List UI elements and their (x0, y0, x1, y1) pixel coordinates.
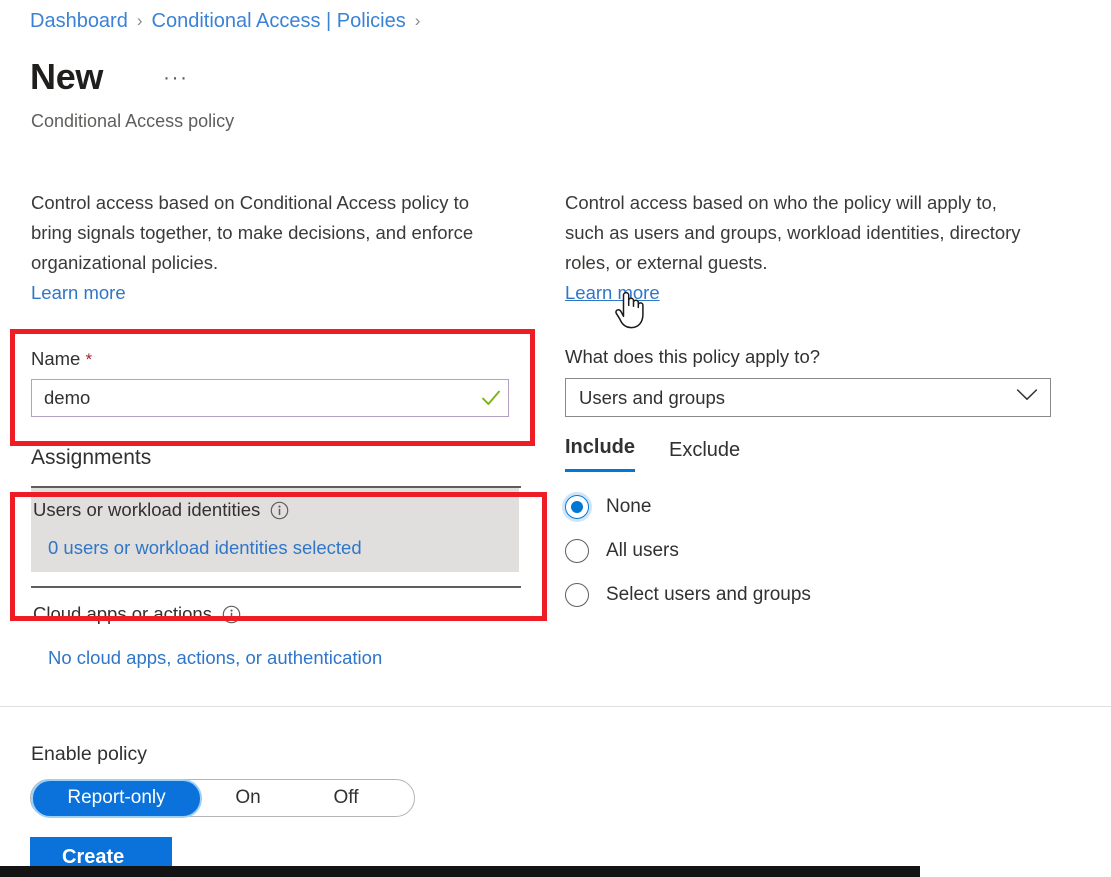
tab-exclude[interactable]: Exclude (669, 437, 740, 472)
radio-option-select-users-and-groups[interactable]: Select users and groups (565, 582, 1065, 608)
name-input[interactable] (32, 380, 474, 416)
right-column: Control access based on who the policy w… (565, 188, 1065, 626)
assignments-heading: Assignments (31, 444, 531, 472)
radio-button-icon[interactable] (565, 495, 589, 519)
page-title: New (30, 55, 103, 99)
enable-policy-label: Enable policy (31, 741, 147, 767)
more-options-ellipsis-icon[interactable]: ··· (163, 66, 188, 90)
cloud-apps-or-actions-group: Cloud apps or actions No cloud apps, act… (31, 601, 531, 671)
right-learn-more-link[interactable]: Learn more (565, 278, 660, 308)
name-label-text: Name (31, 348, 80, 369)
users-or-workload-identities-label: Users or workload identities (33, 497, 260, 523)
left-column: Control access based on Conditional Acce… (31, 188, 531, 671)
toggle-option-on[interactable]: On (200, 785, 296, 811)
users-or-workload-identities-label-row: Users or workload identities (31, 497, 519, 523)
checkmark-icon (474, 387, 508, 409)
right-description: Control access based on who the policy w… (565, 188, 1025, 278)
radio-label-all-users: All users (606, 538, 679, 564)
cloud-apps-selected-link[interactable]: No cloud apps, actions, or authenticatio… (31, 645, 531, 671)
name-field-group: Name * (31, 346, 531, 417)
bottom-bar (0, 866, 920, 877)
policy-scope-dropdown-value: Users and groups (579, 387, 725, 409)
users-or-workload-identities-card[interactable]: Users or workload identities 0 users or … (31, 488, 519, 572)
assignments-section: Assignments Users or workload identities… (31, 444, 531, 671)
radio-option-none[interactable]: None (565, 494, 1065, 520)
footer-divider (0, 706, 1111, 707)
enable-policy-toggle[interactable]: Report-only On Off (30, 779, 415, 817)
name-field-label: Name * (31, 346, 531, 373)
page-subtitle: Conditional Access policy (31, 109, 234, 133)
breadcrumb-separator-icon: › (415, 8, 421, 34)
info-icon[interactable] (270, 501, 289, 520)
cloud-apps-label-row: Cloud apps or actions (31, 601, 531, 627)
scope-radio-group: None All users Select users and groups (565, 494, 1065, 608)
breadcrumb: Dashboard › Conditional Access | Policie… (30, 8, 429, 34)
breadcrumb-item-dashboard[interactable]: Dashboard (30, 8, 128, 34)
chevron-down-icon (1016, 388, 1038, 407)
assignments-divider-bottom (31, 586, 521, 588)
breadcrumb-item-conditional-access-policies[interactable]: Conditional Access | Policies (152, 8, 406, 34)
radio-button-icon[interactable] (565, 539, 589, 563)
info-icon[interactable] (222, 605, 241, 624)
name-input-wrapper[interactable] (31, 379, 509, 417)
toggle-option-report-only[interactable]: Report-only (33, 781, 200, 816)
policy-scope-dropdown[interactable]: Users and groups (565, 378, 1051, 417)
breadcrumb-separator-icon: › (137, 8, 143, 34)
left-learn-more-link[interactable]: Learn more (31, 278, 126, 308)
cloud-apps-label: Cloud apps or actions (33, 601, 212, 627)
required-asterisk: * (86, 350, 93, 369)
radio-label-select-users-and-groups: Select users and groups (606, 582, 811, 608)
toggle-option-off[interactable]: Off (296, 785, 396, 811)
tab-include[interactable]: Include (565, 434, 635, 472)
radio-option-all-users[interactable]: All users (565, 538, 1065, 564)
policy-apply-question-label: What does this policy apply to? (565, 344, 1065, 370)
policy-scope-group: What does this policy apply to? Users an… (565, 344, 1065, 417)
users-selected-link[interactable]: 0 users or workload identities selected (31, 535, 519, 561)
radio-label-none: None (606, 494, 651, 520)
radio-button-icon[interactable] (565, 583, 589, 607)
include-exclude-tabs: Include Exclude (565, 434, 1065, 472)
left-description: Control access based on Conditional Acce… (31, 188, 483, 278)
